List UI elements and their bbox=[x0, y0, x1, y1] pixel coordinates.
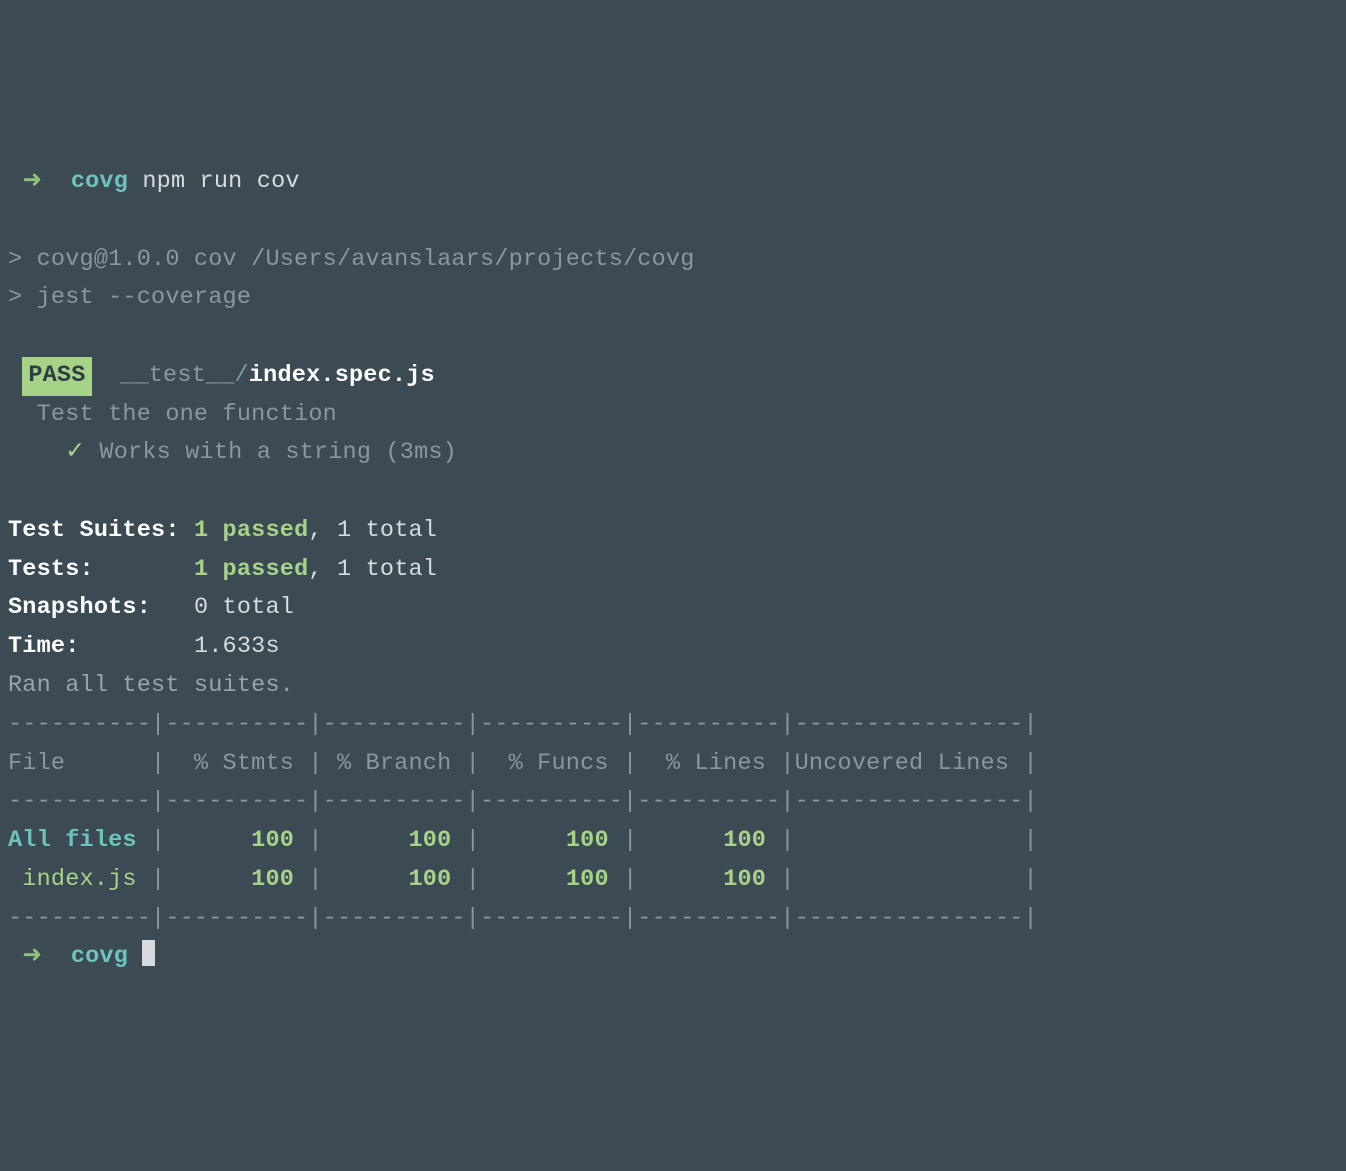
coverage-rule-mid: ----------|----------|----------|-------… bbox=[8, 788, 1038, 815]
coverage-file: index.js bbox=[8, 866, 151, 893]
summary-time-value: 1.633s bbox=[194, 633, 280, 660]
test-name: Works with a string (3ms) bbox=[99, 439, 457, 466]
test-dir: __test__/ bbox=[120, 362, 249, 389]
cwd-label: covg bbox=[71, 168, 128, 195]
coverage-branch: 100 bbox=[409, 827, 452, 854]
cursor-icon bbox=[142, 940, 155, 966]
coverage-lines: 100 bbox=[723, 866, 766, 893]
terminal-output: ➜ covg npm run cov > covg@1.0.0 cov /Use… bbox=[8, 163, 1338, 977]
summary-suites-label: Test Suites: bbox=[8, 517, 180, 544]
coverage-funcs: 100 bbox=[566, 866, 609, 893]
npm-script-line-1: > covg@1.0.0 cov /Users/avanslaars/proje… bbox=[8, 246, 695, 273]
summary-tests-label: Tests: bbox=[8, 556, 94, 583]
coverage-row: All files | 100 | 100 | 100 | 100 | | bbox=[8, 827, 1038, 854]
coverage-file: All files bbox=[8, 827, 151, 854]
summary-snapshots-value: 0 total bbox=[194, 594, 294, 621]
summary-tests-total: , 1 total bbox=[308, 556, 437, 583]
coverage-stmts: 100 bbox=[251, 827, 294, 854]
typed-command: npm run cov bbox=[142, 168, 299, 195]
test-file: index.spec.js bbox=[249, 362, 435, 389]
describe-block: Test the one function bbox=[37, 401, 337, 428]
coverage-lines: 100 bbox=[723, 827, 766, 854]
prompt-line-2[interactable]: ➜ covg bbox=[8, 943, 155, 970]
coverage-branch: 100 bbox=[409, 866, 452, 893]
prompt-arrow-icon: ➜ bbox=[22, 168, 42, 195]
pass-badge: PASS bbox=[22, 357, 91, 396]
summary-suites-pass: 1 passed bbox=[194, 517, 308, 544]
summary-time-label: Time: bbox=[8, 633, 80, 660]
prompt-arrow-icon: ➜ bbox=[22, 943, 42, 970]
coverage-funcs: 100 bbox=[566, 827, 609, 854]
coverage-stmts: 100 bbox=[251, 866, 294, 893]
coverage-rule-top: ----------|----------|----------|-------… bbox=[8, 711, 1038, 738]
prompt-line-1[interactable]: ➜ covg npm run cov bbox=[8, 168, 300, 195]
coverage-header: File | % Stmts | % Branch | % Funcs | % … bbox=[8, 750, 1038, 777]
coverage-rule-bottom: ----------|----------|----------|-------… bbox=[8, 905, 1038, 932]
coverage-row: index.js | 100 | 100 | 100 | 100 | | bbox=[8, 866, 1038, 893]
ran-suites-line: Ran all test suites. bbox=[8, 672, 294, 699]
npm-script-line-2: > jest --coverage bbox=[8, 284, 251, 311]
summary-suites-total: , 1 total bbox=[308, 517, 437, 544]
summary-snapshots-label: Snapshots: bbox=[8, 594, 151, 621]
cwd-label: covg bbox=[71, 943, 128, 970]
check-icon: ✓ bbox=[65, 439, 85, 466]
summary-tests-pass: 1 passed bbox=[194, 556, 308, 583]
